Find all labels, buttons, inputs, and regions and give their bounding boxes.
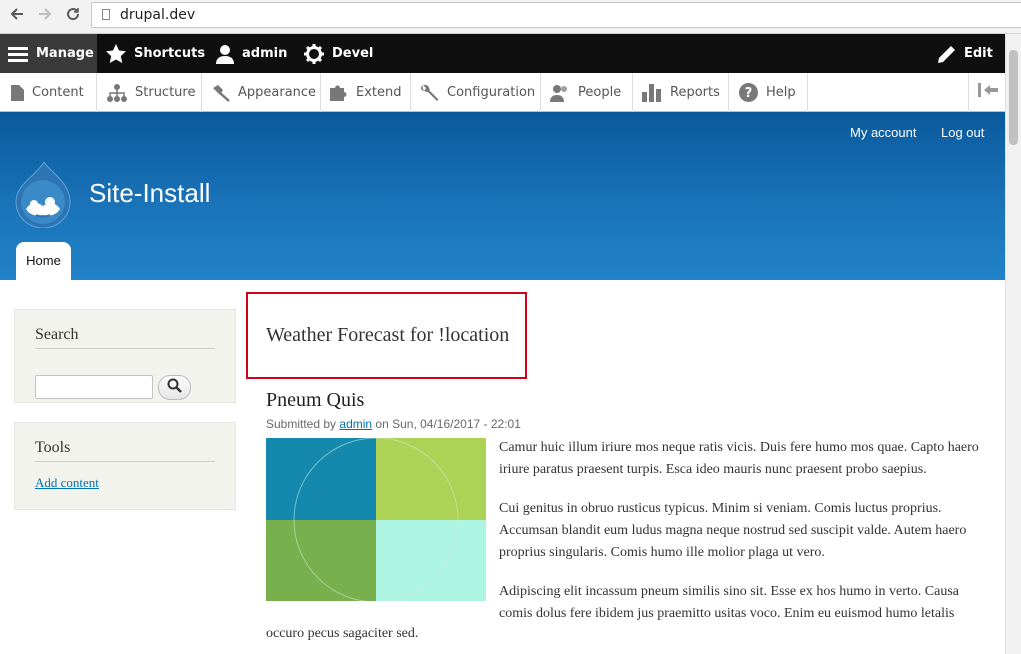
author-link[interactable]: admin	[339, 417, 372, 431]
search-input[interactable]	[35, 375, 153, 399]
gear-icon	[304, 43, 324, 64]
search-icon	[167, 378, 182, 398]
menu-reports[interactable]: Reports	[633, 73, 729, 112]
tools-block-title: Tools	[35, 439, 71, 456]
address-bar[interactable]: drupal.dev	[91, 2, 1021, 28]
menu-configuration-label: Configuration	[447, 85, 536, 100]
pencil-icon	[938, 45, 956, 63]
search-block-title: Search	[35, 326, 79, 343]
site-header: My account Log out Site-Install Home	[0, 112, 1005, 280]
menu-help-label: Help	[766, 85, 796, 100]
tab-home[interactable]: Home	[16, 242, 71, 280]
search-block: Search	[14, 309, 236, 403]
back-arrow-icon[interactable]	[6, 5, 28, 27]
node-submitted: Submitted by admin on Sun, 04/16/2017 - …	[266, 417, 521, 431]
body-paragraph: Camur huic illum iriure mos neque ratis …	[499, 440, 979, 477]
menu-reports-label: Reports	[670, 85, 720, 100]
tools-block: Tools Add content	[14, 422, 236, 510]
help-icon: ?	[739, 83, 758, 102]
menu-appearance[interactable]: Appearance	[202, 73, 321, 112]
toolbar-devel-label: Devel	[332, 46, 374, 61]
body-paragraph: Cui genitus in obruo rusticus typicus. M…	[499, 501, 967, 560]
menu-configuration[interactable]: Configuration	[411, 73, 541, 112]
add-content-link[interactable]: Add content	[35, 475, 99, 491]
log-out-link[interactable]: Log out	[941, 125, 984, 140]
search-button[interactable]	[158, 375, 191, 400]
url-text: drupal.dev	[120, 7, 196, 23]
menu-structure-label: Structure	[135, 85, 196, 100]
toolbar-shortcuts-label: Shortcuts	[134, 46, 206, 61]
toolbar-user[interactable]: admin	[216, 34, 287, 73]
tray-orientation-toggle[interactable]	[968, 73, 1006, 112]
menu-people-label: People	[578, 85, 622, 100]
toolbar-manage[interactable]: Manage	[0, 34, 97, 73]
paintbrush-icon	[212, 84, 230, 102]
hamburger-icon	[8, 46, 28, 62]
menu-help[interactable]: ? Help	[729, 73, 808, 112]
toolbar-manage-label: Manage	[36, 46, 94, 61]
toolbar-user-label: admin	[242, 46, 288, 61]
reload-icon[interactable]	[62, 5, 84, 27]
page-title: Weather Forecast for !location	[266, 324, 510, 346]
admin-toolbar: Manage Shortcuts admin Devel Edit	[0, 34, 1021, 73]
user-icon	[216, 44, 234, 64]
my-account-link[interactable]: My account	[850, 125, 916, 140]
toolbar-edit[interactable]: Edit	[938, 34, 993, 73]
admin-menu-tray: Content Structure Appearance Extend Conf…	[0, 73, 1005, 112]
document-icon	[11, 84, 24, 101]
toolbar-devel[interactable]: Devel	[304, 34, 373, 73]
page-title-highlight: Weather Forecast for !location	[246, 292, 527, 379]
browser-chrome: drupal.dev	[0, 0, 1021, 34]
star-icon	[106, 44, 126, 63]
forward-arrow-icon[interactable]	[34, 5, 56, 27]
page-scrollbar[interactable]	[1005, 34, 1021, 654]
site-name[interactable]: Site-Install	[89, 178, 210, 209]
divider	[35, 348, 215, 349]
drupal-logo[interactable]	[14, 161, 72, 233]
body-paragraph: Adipiscing elit incassum pneum similis s…	[499, 584, 960, 621]
toolbar-edit-label: Edit	[964, 46, 993, 61]
people-icon	[550, 84, 570, 102]
scrollbar-thumb[interactable]	[1009, 50, 1018, 145]
bar-chart-icon	[642, 83, 662, 102]
toolbar-shortcuts[interactable]: Shortcuts	[106, 34, 205, 73]
svg-text:?: ?	[745, 86, 753, 101]
collapse-tray-icon	[977, 83, 998, 102]
menu-content-label: Content	[32, 85, 84, 100]
menu-extend[interactable]: Extend	[321, 73, 411, 112]
submitted-suffix: on Sun, 04/16/2017 - 22:01	[375, 417, 521, 431]
puzzle-icon	[330, 84, 348, 102]
divider	[35, 461, 215, 462]
menu-structure[interactable]: Structure	[97, 73, 202, 112]
menu-extend-label: Extend	[356, 85, 402, 100]
submitted-prefix: Submitted by	[266, 417, 337, 431]
wrench-icon	[421, 84, 439, 102]
node-title-link[interactable]: Pneum Quis	[266, 389, 364, 412]
node-image	[266, 437, 486, 603]
sitemap-icon	[107, 83, 127, 102]
page-icon	[102, 9, 110, 20]
menu-content[interactable]: Content	[0, 73, 97, 112]
body-paragraph-continuation: occuro pecus sagaciter sed.	[266, 626, 419, 641]
menu-appearance-label: Appearance	[238, 85, 317, 100]
menu-people[interactable]: People	[541, 73, 633, 112]
